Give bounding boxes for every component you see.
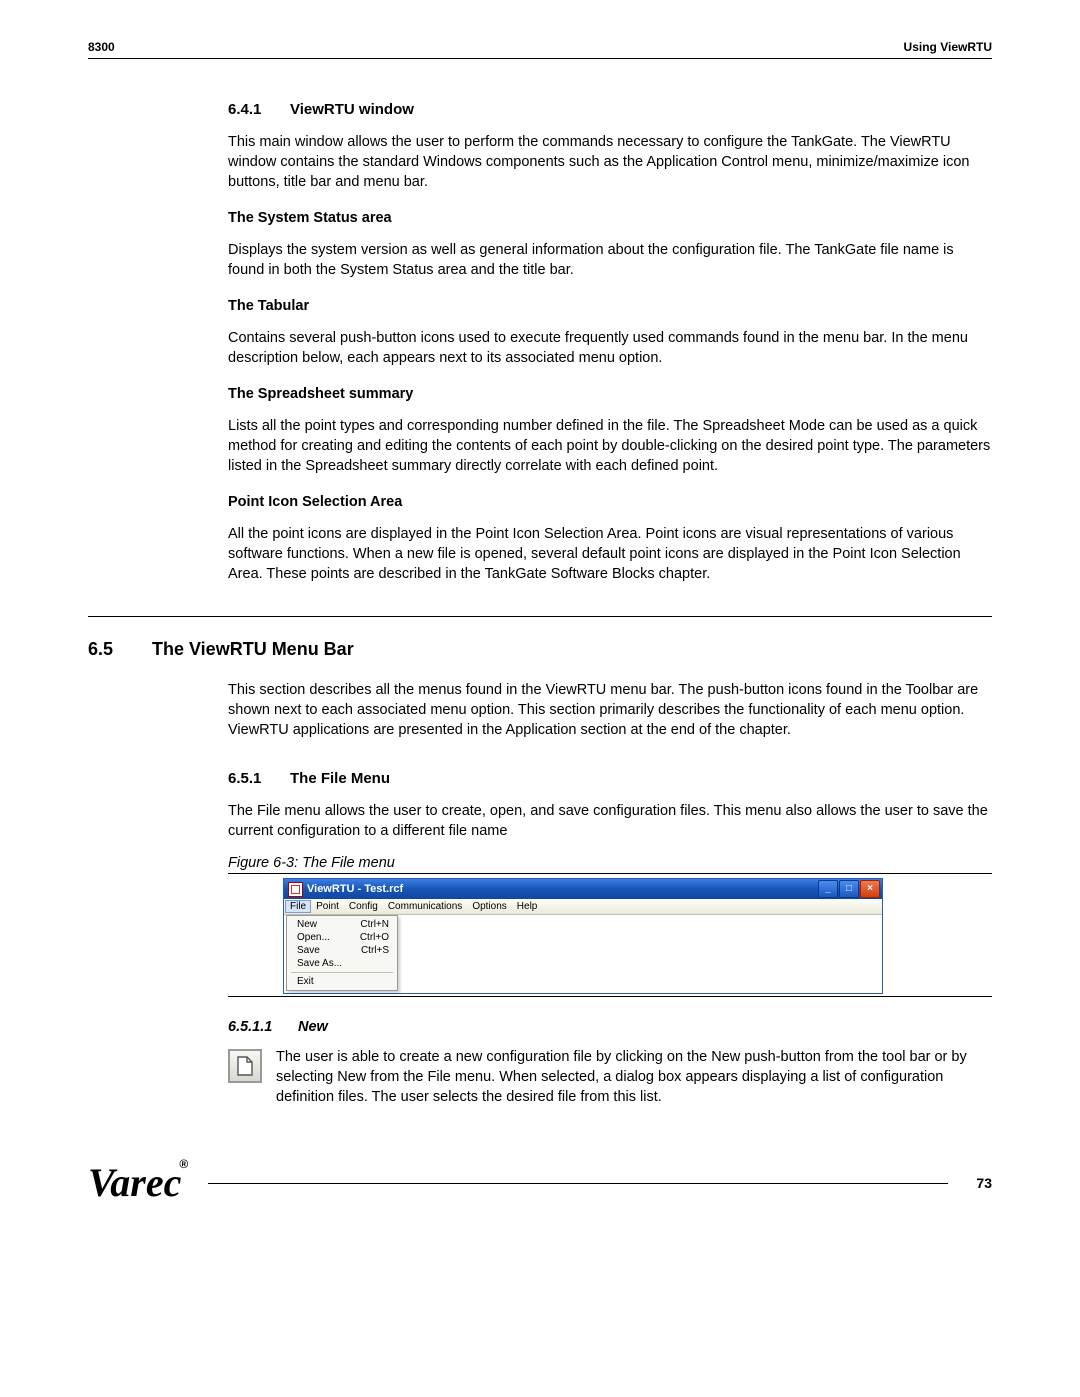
- page-footer: Varec® 73: [88, 1167, 992, 1199]
- menu-help[interactable]: Help: [517, 901, 538, 912]
- figure-caption: Figure 6-3: The File menu: [228, 855, 992, 874]
- menu-item-exit[interactable]: Exit: [287, 975, 397, 988]
- heading-6-5-1: 6.5.1 The File Menu: [228, 770, 992, 787]
- figure-file-menu: ViewRTU - Test.rcf _ □ × File Point Conf…: [283, 878, 883, 994]
- window-menubar: File Point Config Communications Options…: [284, 899, 882, 915]
- paragraph: This section describes all the menus fou…: [228, 680, 992, 740]
- page-header: 8300 Using ViewRTU: [88, 40, 992, 59]
- heading-6-5-1-1: 6.5.1.1 New: [228, 1019, 992, 1035]
- heading-number: 6.5.1: [228, 770, 290, 787]
- paragraph: Displays the system version as well as g…: [228, 240, 992, 280]
- menu-item-shortcut: Ctrl+N: [360, 919, 389, 930]
- subheading-tabular: The Tabular: [228, 298, 992, 314]
- menu-item-label: Save: [297, 945, 320, 956]
- menu-item-open[interactable]: Open... Ctrl+O: [287, 931, 397, 944]
- section-number: 6.5: [88, 639, 152, 660]
- subheading-system-status: The System Status area: [228, 210, 992, 226]
- paragraph: Lists all the point types and correspond…: [228, 416, 992, 476]
- header-right: Using ViewRTU: [904, 40, 992, 54]
- heading-title: ViewRTU window: [290, 101, 414, 118]
- heading-number: 6.5.1.1: [228, 1019, 298, 1035]
- menu-point[interactable]: Point: [316, 901, 339, 912]
- file-dropdown: New Ctrl+N Open... Ctrl+O Save Ctrl+S: [286, 915, 398, 991]
- paragraph: All the point icons are displayed in the…: [228, 524, 992, 584]
- heading-6-4-1: 6.4.1 ViewRTU window: [228, 101, 992, 118]
- window-titlebar: ViewRTU - Test.rcf _ □ ×: [284, 879, 882, 899]
- menu-item-shortcut: Ctrl+S: [361, 945, 389, 956]
- app-icon: [288, 882, 303, 897]
- menu-item-label: Save As...: [297, 958, 342, 969]
- header-left: 8300: [88, 40, 115, 54]
- brand-logo: Varec®: [88, 1167, 194, 1199]
- minimize-button[interactable]: _: [818, 880, 838, 898]
- menu-item-save[interactable]: Save Ctrl+S: [287, 944, 397, 957]
- menu-config[interactable]: Config: [349, 901, 378, 912]
- menu-file[interactable]: File: [285, 900, 311, 913]
- menu-item-label: New: [297, 919, 317, 930]
- menu-communications[interactable]: Communications: [388, 901, 462, 912]
- window: ViewRTU - Test.rcf _ □ × File Point Conf…: [283, 878, 883, 994]
- menu-item-new[interactable]: New Ctrl+N: [287, 918, 397, 931]
- menu-item-save-as[interactable]: Save As...: [287, 957, 397, 970]
- menu-options[interactable]: Options: [472, 901, 506, 912]
- menu-item-label: Open...: [297, 932, 330, 943]
- heading-title: The File Menu: [290, 770, 390, 787]
- paragraph: The user is able to create a new configu…: [276, 1047, 992, 1107]
- paragraph: The File menu allows the user to create,…: [228, 801, 992, 841]
- subheading-spreadsheet: The Spreadsheet summary: [228, 386, 992, 402]
- heading-number: 6.4.1: [228, 101, 290, 118]
- paragraph: Contains several push-button icons used …: [228, 328, 992, 368]
- window-title: ViewRTU - Test.rcf: [307, 883, 818, 895]
- heading-6-5: 6.5 The ViewRTU Menu Bar: [88, 639, 992, 660]
- maximize-button[interactable]: □: [839, 880, 859, 898]
- section-title: The ViewRTU Menu Bar: [152, 639, 354, 660]
- paragraph: This main window allows the user to perf…: [228, 132, 992, 192]
- subheading-point-icon: Point Icon Selection Area: [228, 494, 992, 510]
- close-button[interactable]: ×: [860, 880, 880, 898]
- page-number: 73: [976, 1175, 992, 1191]
- heading-title: New: [298, 1019, 328, 1035]
- new-file-icon: [228, 1049, 262, 1083]
- menu-item-label: Exit: [297, 976, 314, 987]
- menu-item-shortcut: Ctrl+O: [360, 932, 389, 943]
